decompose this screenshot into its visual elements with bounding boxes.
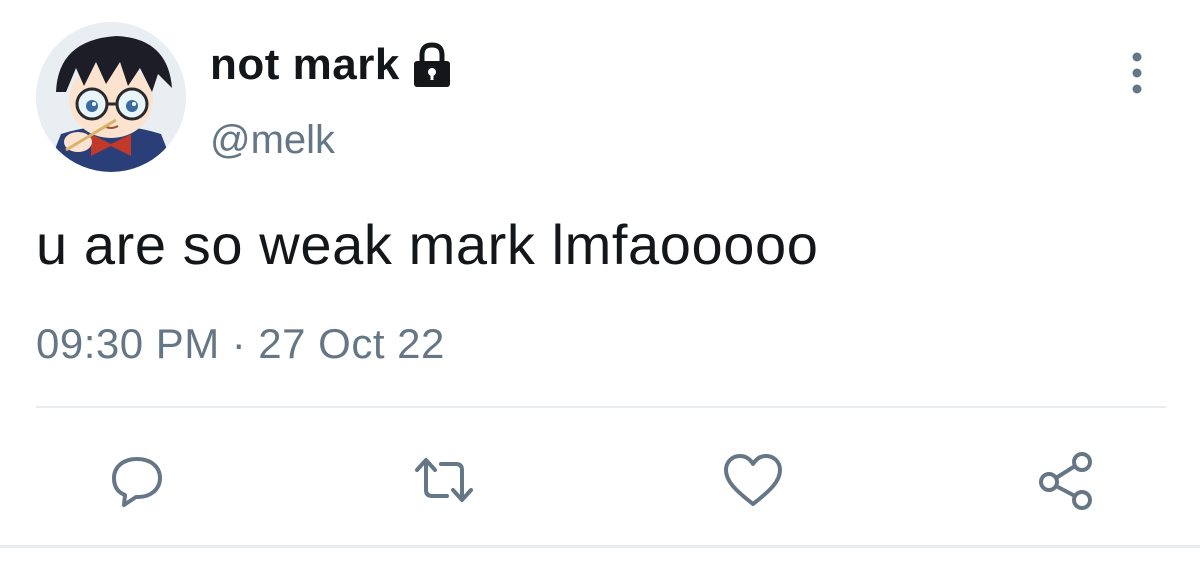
more-vertical-icon[interactable] [1122,48,1152,98]
divider [36,406,1166,408]
retweet-button[interactable] [404,440,484,520]
avatar[interactable] [36,22,186,172]
tweet-date: 27 Oct 22 [258,320,445,367]
tweet-timestamp[interactable]: 09:30 PM · 27 Oct 22 [36,320,445,368]
avatar-image [36,22,186,172]
display-name-text: not mark [210,40,400,89]
lock-icon [410,41,454,89]
share-icon [1039,452,1092,510]
reply-icon [112,457,162,507]
bottom-divider [0,545,1200,548]
heart-icon [724,454,782,506]
share-button[interactable] [1026,440,1106,520]
user-handle[interactable]: @melk [210,118,335,163]
meta-separator: · [231,320,247,367]
tweet-time: 09:30 PM [36,320,220,367]
like-button[interactable] [713,440,793,520]
tweet-card: not mark @melk u are so weak mark lmfaoo… [0,0,1200,565]
retweet-icon [415,458,473,502]
reply-button[interactable] [97,440,177,520]
display-name[interactable]: not mark [210,40,454,90]
tweet-actions [0,440,1200,520]
tweet-text: u are so weak mark lmfaooooo [36,213,819,276]
